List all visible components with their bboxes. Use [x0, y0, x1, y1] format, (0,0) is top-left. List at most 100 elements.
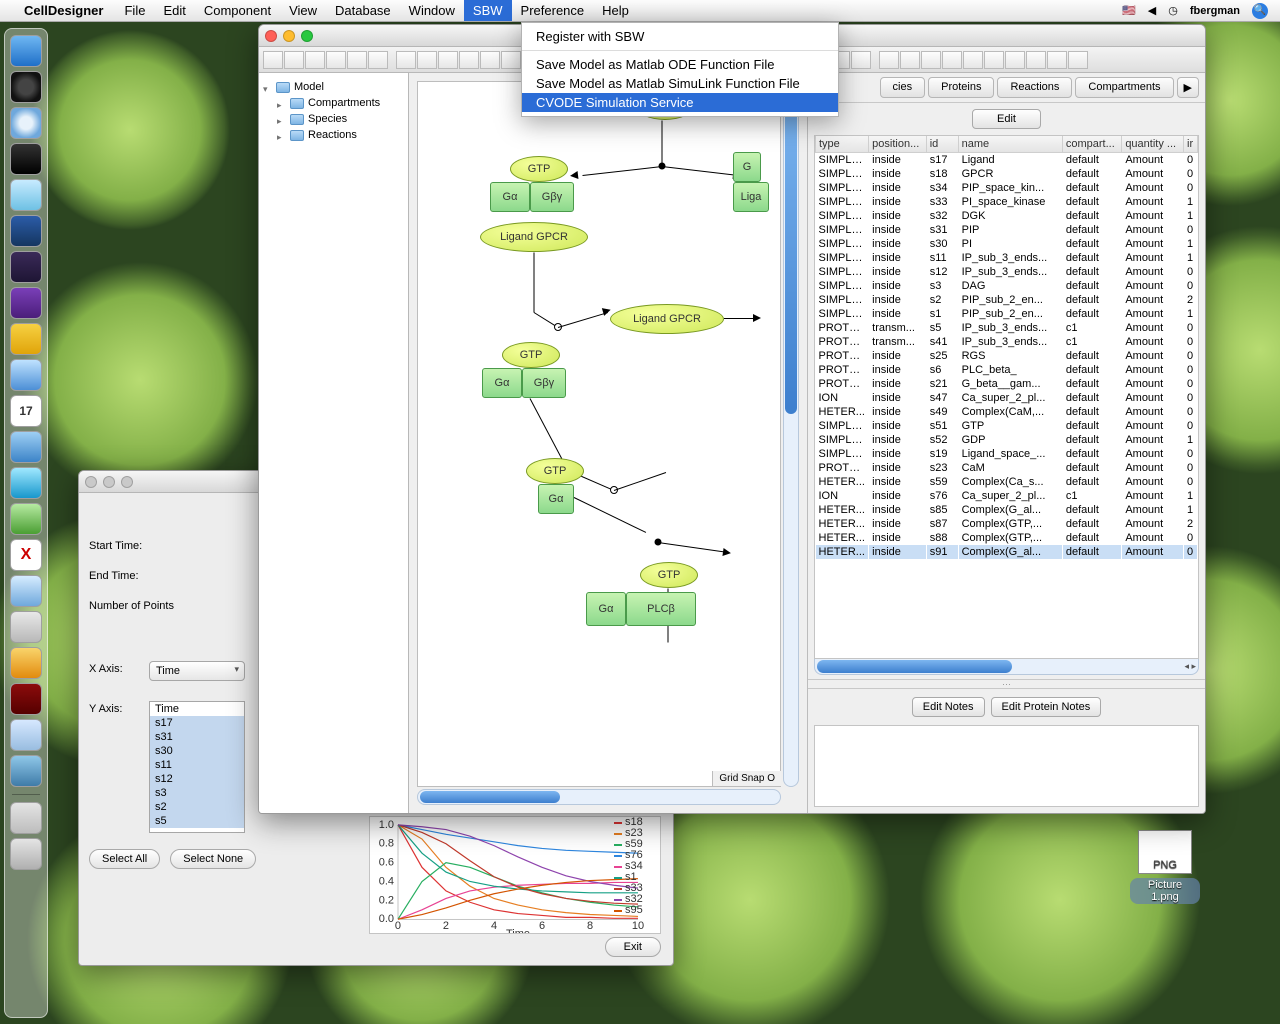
yaxis-option[interactable]: s17	[150, 716, 244, 730]
realplayer-icon[interactable]	[10, 431, 42, 463]
toolbar-button[interactable]	[1068, 51, 1088, 69]
toolbar-button[interactable]	[305, 51, 325, 69]
dropdown-item[interactable]: Save Model as Matlab ODE Function File	[522, 55, 838, 74]
table-row[interactable]: SIMPLE_...insides18GPCRdefaultAmount0	[816, 167, 1198, 181]
node-ellipse[interactable]: Ligand GPCR	[480, 222, 588, 252]
node-rect[interactable]: PLCβ	[626, 592, 696, 626]
menu-window[interactable]: Window	[400, 0, 464, 21]
table-row[interactable]: PROTEINtransm...s5IP_sub_3_ends...c1Amou…	[816, 321, 1198, 335]
node-rect[interactable]: Gβγ	[530, 182, 574, 212]
menu-component[interactable]: Component	[195, 0, 280, 21]
col-header[interactable]: ir	[1184, 136, 1198, 153]
table-row[interactable]: HETER...insides59Complex(Ca_s...defaultA…	[816, 475, 1198, 489]
menu-edit[interactable]: Edit	[154, 0, 194, 21]
yaxis-option[interactable]: s31	[150, 730, 244, 744]
toolbar-button[interactable]	[459, 51, 479, 69]
model-tree[interactable]: Model CompartmentsSpeciesReactions	[259, 73, 409, 813]
table-row[interactable]: SIMPLE_...insides32DGKdefaultAmount1	[816, 209, 1198, 223]
menu-sbw[interactable]: SBW	[464, 0, 512, 21]
tab-more[interactable]: ▶	[1177, 77, 1199, 98]
yaxis-option[interactable]: s12	[150, 772, 244, 786]
crystal-icon[interactable]	[10, 719, 42, 751]
col-header[interactable]: id	[926, 136, 958, 153]
col-header[interactable]: quantity ...	[1122, 136, 1184, 153]
node-rect[interactable]: Gα	[538, 484, 574, 514]
table-row[interactable]: HETER...insides88Complex(GTP,...defaultA…	[816, 531, 1198, 545]
table-row[interactable]: SIMPLE_...insides2PIP_sub_2_en...default…	[816, 293, 1198, 307]
node-rect[interactable]: Gβγ	[522, 368, 566, 398]
dropdown-item[interactable]: CVODE Simulation Service	[522, 93, 838, 112]
minimize-icon[interactable]	[103, 476, 115, 488]
table-row[interactable]: SIMPLE_...insides12IP_sub_3_ends...defau…	[816, 265, 1198, 279]
select-all-button[interactable]: Select All	[89, 849, 160, 869]
yaxis-option[interactable]: Time	[150, 702, 244, 716]
celldesigner-dock-icon[interactable]	[10, 503, 42, 535]
table-row[interactable]: SIMPLE_...insides1PIP_sub_2_en...default…	[816, 307, 1198, 321]
edit-protein-notes-button[interactable]: Edit Protein Notes	[991, 697, 1102, 717]
purple-app-icon[interactable]	[10, 287, 42, 319]
zoom-icon[interactable]	[121, 476, 133, 488]
tab-reactions[interactable]: Reactions	[997, 77, 1072, 98]
table-row[interactable]: SIMPLE_...insides3DAGdefaultAmount0	[816, 279, 1198, 293]
species-table[interactable]: typeposition...idnamecompart...quantity …	[814, 135, 1199, 659]
toolbar-button[interactable]	[942, 51, 962, 69]
globe-icon[interactable]	[10, 755, 42, 787]
toolbar-button[interactable]	[1026, 51, 1046, 69]
exit-button[interactable]: Exit	[605, 937, 661, 957]
table-row[interactable]: PROTEINinsides6PLC_beta_defaultAmount0	[816, 363, 1198, 377]
tree-node[interactable]: Species	[308, 113, 347, 125]
node-ellipse[interactable]: GTP	[510, 156, 568, 182]
notes-area[interactable]	[814, 725, 1199, 807]
node-ellipse[interactable]: GTP	[526, 458, 584, 484]
node-rect[interactable]: Gα	[586, 592, 626, 626]
toolbar-button[interactable]	[851, 51, 871, 69]
tree-root[interactable]: Model	[294, 81, 324, 93]
table-row[interactable]: SIMPLE_...insides17LiganddefaultAmount0	[816, 153, 1198, 168]
jedit-icon[interactable]	[10, 215, 42, 247]
quicktime-icon[interactable]	[10, 467, 42, 499]
yaxis-option[interactable]: s30	[150, 744, 244, 758]
eclipse-icon[interactable]	[10, 251, 42, 283]
zoom-icon[interactable]	[301, 30, 313, 42]
table-row[interactable]: SIMPLE_...insides34PIP_space_kin...defau…	[816, 181, 1198, 195]
safari-icon[interactable]	[10, 107, 42, 139]
table-row[interactable]: PROTEINinsides21G_beta__gam...defaultAmo…	[816, 377, 1198, 391]
col-header[interactable]: position...	[869, 136, 927, 153]
toolbar-button[interactable]	[438, 51, 458, 69]
table-row[interactable]: PROTEINtransm...s41IP_sub_3_ends...c1Amo…	[816, 335, 1198, 349]
toolbar-button[interactable]	[263, 51, 283, 69]
close-icon[interactable]	[85, 476, 97, 488]
sbw-icon[interactable]	[10, 575, 42, 607]
node-ellipse[interactable]: GTP	[502, 342, 560, 368]
diagram-vscroll[interactable]	[783, 81, 799, 787]
menu-view[interactable]: View	[280, 0, 326, 21]
table-row[interactable]: SIMPLE_...insides31PIPdefaultAmount0	[816, 223, 1198, 237]
yaxis-option[interactable]: s11	[150, 758, 244, 772]
table-row[interactable]: IONinsides47Ca_super_2_pl...defaultAmoun…	[816, 391, 1198, 405]
toolbar-button[interactable]	[1005, 51, 1025, 69]
download-icon[interactable]	[10, 647, 42, 679]
tab-compartments[interactable]: Compartments	[1075, 77, 1173, 98]
menu-database[interactable]: Database	[326, 0, 400, 21]
yaxis-option[interactable]: s3	[150, 786, 244, 800]
red-app-icon[interactable]	[10, 683, 42, 715]
tab-cies[interactable]: cies	[880, 77, 926, 98]
table-row[interactable]: HETER...insides49Complex(CaM,...defaultA…	[816, 405, 1198, 419]
table-row[interactable]: SIMPLE_...insides51GTPdefaultAmount0	[816, 419, 1198, 433]
toolbar-button[interactable]	[326, 51, 346, 69]
table-row[interactable]: HETER...insides87Complex(GTP,...defaultA…	[816, 517, 1198, 531]
toolbar-button[interactable]	[368, 51, 388, 69]
node-ellipse[interactable]: Ligand GPCR	[610, 304, 724, 334]
systemprefs-icon[interactable]	[10, 611, 42, 643]
toolbar-button[interactable]	[396, 51, 416, 69]
table-row[interactable]: HETER...insides91Complex(G_al...defaultA…	[816, 545, 1198, 559]
close-icon[interactable]	[265, 30, 277, 42]
col-header[interactable]: type	[816, 136, 869, 153]
node-rect[interactable]: Gα	[490, 182, 530, 212]
yaxis-option[interactable]: s2	[150, 800, 244, 814]
toolbar-button[interactable]	[480, 51, 500, 69]
table-row[interactable]: SIMPLE_...insides30PIdefaultAmount1	[816, 237, 1198, 251]
toolbar-button[interactable]	[921, 51, 941, 69]
yaxis-list[interactable]: Times17s31s30s11s12s3s2s5	[149, 701, 245, 833]
node-rect[interactable]: Gα	[482, 368, 522, 398]
